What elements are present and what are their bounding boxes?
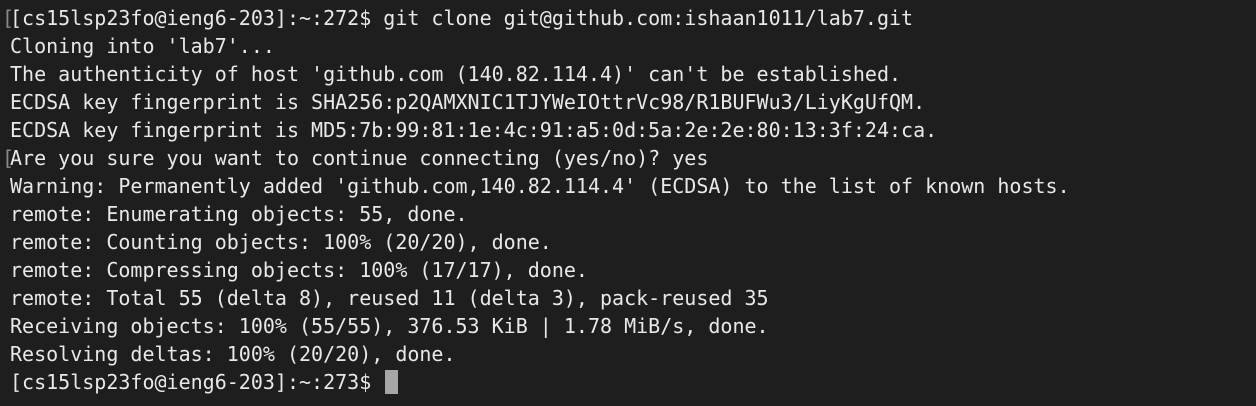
line-marker: [ xyxy=(2,6,15,30)
terminal-line: Receiving objects: 100% (55/55), 376.53 … xyxy=(10,312,1256,340)
line-marker: [ xyxy=(2,146,15,170)
terminal-window[interactable]: [[cs15lsp23fo@ieng6-203]:~:272$ git clon… xyxy=(0,0,1256,406)
terminal-line-text: [cs15lsp23fo@ieng6-203]:~:272$ git clone… xyxy=(10,6,914,30)
terminal-line: ECDSA key fingerprint is SHA256:p2QAMXNI… xyxy=(10,88,1256,116)
terminal-line-text: Resolving deltas: 100% (20/20), done. xyxy=(10,342,456,366)
terminal-line-text: Cloning into 'lab7'... xyxy=(10,34,275,58)
terminal-line: Warning: Permanently added 'github.com,1… xyxy=(10,172,1256,200)
terminal-line-text: remote: Enumerating objects: 55, done. xyxy=(10,202,468,226)
terminal-line-text: Receiving objects: 100% (55/55), 376.53 … xyxy=(10,314,769,338)
terminal-line-text: The authenticity of host 'github.com (14… xyxy=(10,62,902,86)
terminal-line-text: Are you sure you want to continue connec… xyxy=(10,146,709,170)
terminal-line-text: remote: Counting objects: 100% (20/20), … xyxy=(10,230,552,254)
terminal-line: The authenticity of host 'github.com (14… xyxy=(10,60,1256,88)
terminal-line-text: ECDSA key fingerprint is MD5:7b:99:81:1e… xyxy=(10,118,938,142)
terminal-line: [[cs15lsp23fo@ieng6-203]:~:272$ git clon… xyxy=(2,4,1256,32)
terminal-line: Cloning into 'lab7'... xyxy=(10,32,1256,60)
terminal-line-text: remote: Total 55 (delta 8), reused 11 (d… xyxy=(10,286,769,310)
terminal-line: remote: Total 55 (delta 8), reused 11 (d… xyxy=(10,284,1256,312)
shell-prompt: [cs15lsp23fo@ieng6-203]:~:273$ xyxy=(10,370,384,394)
terminal-line-text: Warning: Permanently added 'github.com,1… xyxy=(10,174,1070,198)
terminal-line: [Are you sure you want to continue conne… xyxy=(2,144,1256,172)
terminal-line-text: remote: Compressing objects: 100% (17/17… xyxy=(10,258,588,282)
terminal-line: remote: Counting objects: 100% (20/20), … xyxy=(10,228,1256,256)
terminal-line: remote: Compressing objects: 100% (17/17… xyxy=(10,256,1256,284)
terminal-output: [[cs15lsp23fo@ieng6-203]:~:272$ git clon… xyxy=(2,4,1256,368)
terminal-line: ECDSA key fingerprint is MD5:7b:99:81:1e… xyxy=(10,116,1256,144)
terminal-prompt-line[interactable]: [cs15lsp23fo@ieng6-203]:~:273$ xyxy=(10,368,1256,396)
terminal-line: remote: Enumerating objects: 55, done. xyxy=(10,200,1256,228)
terminal-line-text: ECDSA key fingerprint is SHA256:p2QAMXNI… xyxy=(10,90,926,114)
terminal-line: Resolving deltas: 100% (20/20), done. xyxy=(10,340,1256,368)
text-cursor xyxy=(385,370,399,394)
